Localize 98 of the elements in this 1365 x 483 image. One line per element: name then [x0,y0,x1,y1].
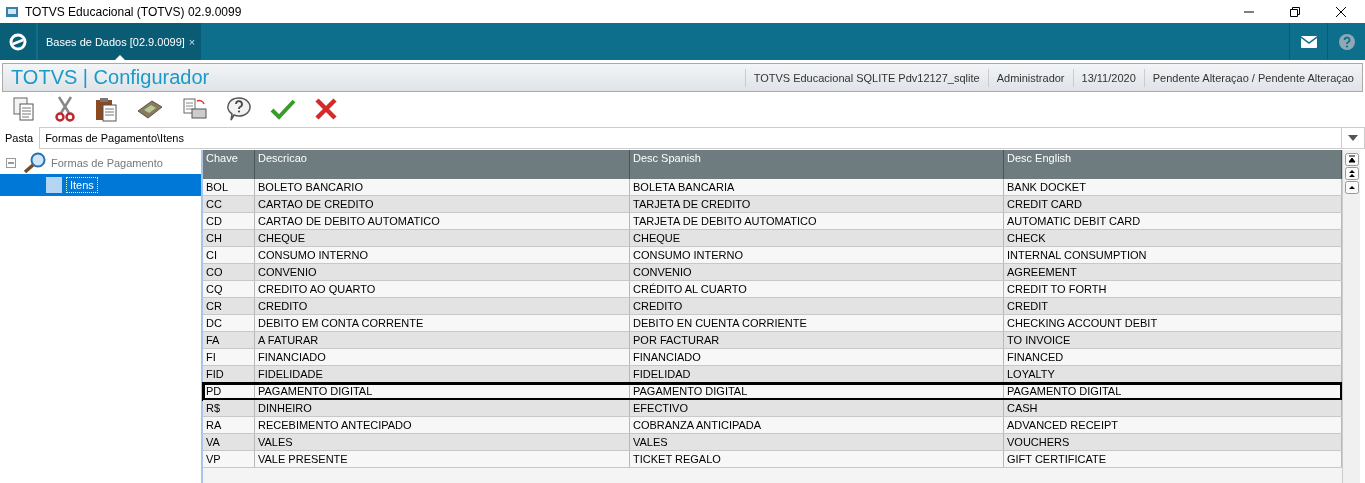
table-cell: FA [203,332,255,348]
table-cell: BOLETO BANCARIO [255,179,630,195]
table-cell: R$ [203,400,255,416]
clipboard-icon[interactable] [94,96,118,122]
scissors-icon[interactable] [54,96,76,122]
table-cell: FINANCIADO [630,349,1004,365]
restore-icon[interactable] [1289,5,1301,18]
table-cell: DEBITO EN CUENTA CORRIENTE [630,315,1004,331]
scroll-up-icon[interactable] [1344,181,1359,194]
table-cell: POR FACTURAR [630,332,1004,348]
status-info: Administrador [987,68,1073,87]
table-cell: CI [203,247,255,263]
table-row[interactable]: FA A FATURAR POR FACTURAR TO INVOICE [203,332,1342,349]
highlighted-row[interactable]: PD PAGAMENTO DIGITAL PAGAMENTO DIGITAL PAGAMENTO DIGITAL [203,383,1342,400]
table-cell: EFECTIVO [630,400,1004,416]
table-cell: PD [203,383,255,399]
table-row[interactable]: CI CONSUMO INTERNO CONSUMO INTERNO INTERNAL CONSUMPTION [203,247,1342,264]
mail-icon[interactable] [1300,35,1317,48]
table-cell: A FATURAR [255,332,630,348]
printer-icon[interactable] [182,96,208,122]
table-cell: CONSUMO INTERNO [630,247,1004,263]
table-row[interactable]: VP VALE PRESENTE TICKET REGALO GIFT CERTIFICATE [203,451,1342,468]
table-row[interactable]: CQ CREDITO AO QUARTO CRÉDITO AL CUARTO CREDIT TO FORTH [203,281,1342,298]
dropdown-arrow-icon[interactable] [1348,135,1358,141]
table-cell: COBRANZA ANTICIPADA [630,417,1004,433]
table-cell: CHEQUE [630,230,1004,246]
field-label: Pasta [5,132,34,144]
table-row[interactable]: BOL BOLETO BANCARIO BOLETA BANCARIA BANK DOCKET [203,179,1342,196]
page-up-icon[interactable] [1344,167,1359,180]
status-info: Pendente Alteraçao / Pendente Alteraçao [1143,68,1362,87]
table-cell: CARTAO DE DEBITO AUTOMATICO [255,213,630,229]
table-cell: VA [203,434,255,450]
table-cell: RECEBIMENTO ANTECIPADO [255,417,630,433]
table-cell: DEBITO EM CONTA CORRENTE [255,315,630,331]
cancel-icon[interactable] [314,97,338,121]
app-icon [5,4,19,19]
table-cell: CHEQUE [255,230,630,246]
table-cell: BOL [203,179,255,195]
help-bubble-icon[interactable] [226,96,252,122]
table-cell: PAGAMENTO DIGITAL [255,383,630,399]
table-cell: RA [203,417,255,433]
table-cell: PAGAMENTO DIGITAL [630,383,1004,399]
folder-dropdown[interactable]: Formas de Pagamento\Itens [39,127,1365,149]
tree-item[interactable]: Formas de Pagamento [0,152,201,174]
logo-icon[interactable] [9,32,27,51]
table-cell: CQ [203,281,255,297]
tab-close[interactable]: × [188,35,196,48]
table-cell: VALES [630,434,1004,450]
table-cell: BOLETA BANCARIA [630,179,1004,195]
table-cell: FI [203,349,255,365]
table-cell: CONVENIO [255,264,630,280]
close-icon[interactable] [1335,5,1347,18]
table-cell: VALES [255,434,630,450]
table-cell: CD [203,213,255,229]
item-icon [46,177,62,193]
table-cell: VP [203,451,255,467]
table-row[interactable]: CO CONVENIO CONVENIO AGREEMENT [203,264,1342,281]
table-row[interactable]: RA RECEBIMENTO ANTECIPADO COBRANZA ANTICIPADA ADVANCED RECEIPT [203,417,1342,434]
table-cell: CR [203,298,255,314]
tab-label: Bases de Dados [02.9.0099] [46,35,185,48]
magnifier-icon [22,152,48,174]
tab[interactable]: Bases de Dados [02.9.0099] × [38,23,202,60]
table-row[interactable]: VA VALES VALES VOUCHERS [203,434,1342,451]
window-title: TOTVS Educacional (TOTVS) 02.9.0099 [25,4,243,19]
table-row[interactable]: CD CARTAO DE DEBITO AUTOMATICO TARJETA DE DEBITO AUTOMATICO AUTOMATIC DEBIT CARD [203,213,1342,230]
module-title: TOTVS | Configurador [10,66,211,89]
table-cell: CONSUMO INTERNO [255,247,630,263]
table-cell: CRÉDITO AL CUARTO [630,281,1004,297]
table-cell: DC [203,315,255,331]
table-cell: FINANCIADO [255,349,630,365]
table-cell: TICKET REGALO [630,451,1004,467]
tree-item[interactable]: Itens [0,174,201,196]
table-cell: CC [203,196,255,212]
check-icon[interactable] [270,98,296,120]
status-info: 13/11/2020 [1072,68,1144,87]
table-row[interactable]: CR CREDITO CREDITO CREDIT [203,298,1342,315]
table-cell: DINHEIRO [255,400,630,416]
table-cell: TARJETA DE CREDITO [630,196,1004,212]
status-info: TOTVS Educacional SQLITE Pdv12127_sqlite [744,68,988,87]
table-row[interactable]: FI FINANCIADO FINANCIADO FINANCED [203,349,1342,366]
scroll-top-icon[interactable] [1344,153,1359,166]
table-row[interactable]: CH CHEQUE CHEQUE CHECK [203,230,1342,247]
table-cell: CO [203,264,255,280]
table-row[interactable]: CC CARTAO DE CREDITO TARJETA DE CREDITO CREDIT CARD [203,196,1342,213]
table-cell: CH [203,230,255,246]
table-row[interactable]: DC DEBITO EM CONTA CORRENTE DEBITO EN CUENTA CORRIENTE CHECKING ACCOUNT DEBIT [203,315,1342,332]
table-cell: CARTAO DE CREDITO [255,196,630,212]
table-cell: CONVENIO [630,264,1004,280]
tree-label: Formas de Pagamento [50,156,164,170]
table-cell: CREDITO [630,298,1004,314]
table-cell: CREDITO AO QUARTO [255,281,630,297]
table-cell: VALE PRESENTE [255,451,630,467]
table-row[interactable]: R$ DINHEIRO EFECTIVO CASH [203,400,1342,417]
tree-label: Itens [66,177,98,193]
calculator-icon[interactable] [136,98,164,120]
table-cell: TARJETA DE DEBITO AUTOMATICO [630,213,1004,229]
table-cell: CREDITO [255,298,630,314]
collapse-icon[interactable] [6,158,16,168]
